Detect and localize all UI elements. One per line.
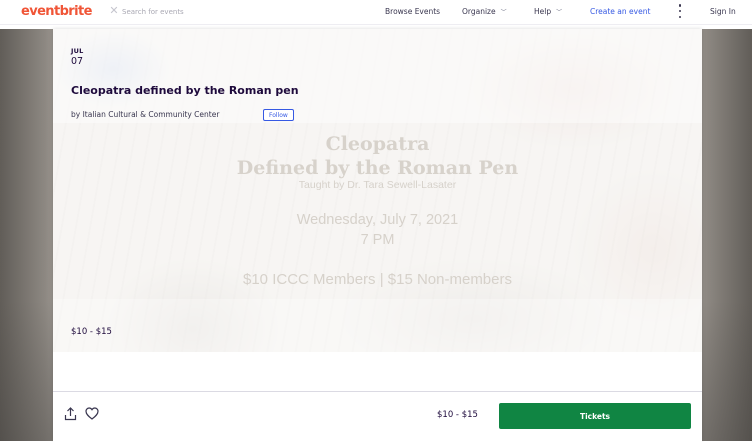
close-icon[interactable]: ✕ <box>108 5 120 17</box>
flyer-date: Wednesday, July 7, 2021 <box>296 212 459 228</box>
follow-button[interactable]: Follow <box>263 109 294 121</box>
nav-organize[interactable]: Organize ﹀ <box>462 7 507 16</box>
event-date-month: JUL <box>71 47 84 55</box>
nav-browse-events-label: Browse Events <box>385 7 441 16</box>
search-input[interactable] <box>122 4 312 19</box>
flyer-title-line-2: Defined by the Roman Pen <box>236 157 519 179</box>
flyer-teacher: Taught by Dr. Tara Sewell-Lasater <box>298 179 457 191</box>
ticket-action-bar: $10 - $15 Tickets <box>53 391 702 442</box>
organizer-name[interactable]: by Italian Cultural & Community Center <box>71 110 219 119</box>
ticket-price: $10 - $15 <box>437 410 478 420</box>
event-date-day: 07 <box>71 56 84 67</box>
nav-sign-in[interactable]: Sign In <box>710 7 736 16</box>
share-icon[interactable] <box>64 407 77 421</box>
event-banner: Cleopatra Defined by the Roman Pen Taugh… <box>53 29 702 352</box>
eventbrite-logo[interactable]: eventbrite <box>21 4 92 19</box>
more-vertical-icon[interactable] <box>675 4 685 18</box>
flyer-price: $10 ICCC Members | $15 Non-members <box>243 271 512 288</box>
top-navigation: eventbrite ✕ Browse Events Organize ﹀ Hel… <box>0 0 752 25</box>
nav-browse-events[interactable]: Browse Events <box>385 7 440 16</box>
nav-create-event-label: Create an event <box>590 7 651 16</box>
nav-organize-label: Organize <box>462 7 496 16</box>
flyer-time: 7 PM <box>360 232 395 248</box>
heart-icon[interactable] <box>85 407 99 420</box>
chevron-down-icon: ﹀ <box>556 9 563 16</box>
nav-help[interactable]: Help ﹀ <box>534 7 562 16</box>
nav-create-event[interactable]: Create an event <box>590 7 650 16</box>
event-price: $10 - $15 <box>71 327 112 337</box>
event-title: Cleopatra defined by the Roman pen <box>71 84 299 97</box>
chevron-down-icon: ﹀ <box>500 9 507 16</box>
tickets-button[interactable]: Tickets <box>499 403 691 429</box>
event-card: Cleopatra Defined by the Roman Pen Taugh… <box>53 29 702 442</box>
nav-help-label: Help <box>534 7 552 16</box>
flyer-title-line-1: Cleopatra <box>325 133 430 155</box>
